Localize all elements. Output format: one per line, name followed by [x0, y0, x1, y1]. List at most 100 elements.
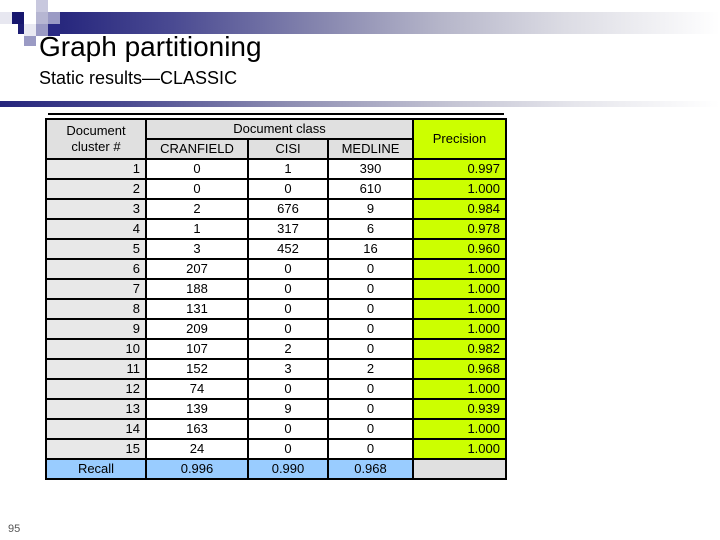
cell-medline: 0	[327, 278, 414, 300]
cell-cluster: 9	[45, 318, 147, 340]
table-row: 15 24 0 0 1.000	[45, 438, 507, 460]
cell-medline: 0	[327, 318, 414, 340]
table-row: 3 2 676 9 0.984	[45, 198, 507, 220]
header-precision: Precision	[412, 118, 507, 160]
cell-cisi: 0	[247, 378, 329, 400]
results-table: Document cluster # Document class Precis…	[45, 118, 507, 480]
cell-cluster: 6	[45, 258, 147, 280]
cell-medline: 0	[327, 438, 414, 460]
header-cluster-line1: Document	[66, 123, 126, 138]
table-row: 1 0 1 390 0.997	[45, 158, 507, 180]
recall-cranfield: 0.996	[145, 458, 249, 480]
decor-square-7	[48, 12, 60, 24]
cell-cisi: 0	[247, 178, 329, 200]
decor-square-2	[0, 12, 12, 24]
cell-precision: 0.982	[412, 338, 507, 360]
cell-cisi: 0	[247, 418, 329, 440]
decor-square-1	[12, 0, 24, 12]
cell-cranfield: 1	[145, 218, 249, 240]
header-medline: MEDLINE	[327, 138, 414, 160]
cell-medline: 0	[327, 398, 414, 420]
cell-cluster: 8	[45, 298, 147, 320]
cell-precision: 1.000	[412, 178, 507, 200]
cell-cisi: 452	[247, 238, 329, 260]
cell-precision: 1.000	[412, 418, 507, 440]
cell-cranfield: 131	[145, 298, 249, 320]
table-row: 5 3 452 16 0.960	[45, 238, 507, 260]
cell-medline: 6	[327, 218, 414, 240]
cell-cranfield: 0	[145, 158, 249, 180]
cell-cluster: 11	[45, 358, 147, 380]
title-underline	[48, 113, 504, 115]
table-body: 1 0 1 390 0.997 2 0 0 610 1.000 3 2 676 9 0.984 4 1 317 6 0…	[45, 158, 507, 460]
table-header: Document cluster # Document class Precis…	[45, 118, 507, 160]
cell-cranfield: 3	[145, 238, 249, 260]
recall-row: Recall 0.996 0.990 0.968	[45, 458, 507, 480]
cell-medline: 9	[327, 198, 414, 220]
cell-cluster: 10	[45, 338, 147, 360]
cell-precision: 0.984	[412, 198, 507, 220]
decor-square-4	[24, 12, 36, 24]
cell-cisi: 0	[247, 298, 329, 320]
cell-cluster: 2	[45, 178, 147, 200]
recall-label: Recall	[45, 458, 147, 480]
cell-cranfield: 209	[145, 318, 249, 340]
recall-precision-empty	[412, 458, 507, 480]
table-header-row-top: Document cluster # Document class Precis…	[45, 118, 507, 160]
cell-cranfield: 2	[145, 198, 249, 220]
cell-cranfield: 74	[145, 378, 249, 400]
cell-cluster: 15	[45, 438, 147, 460]
cell-cranfield: 163	[145, 418, 249, 440]
cell-cluster: 5	[45, 238, 147, 260]
recall-cisi: 0.990	[247, 458, 329, 480]
cell-cluster: 7	[45, 278, 147, 300]
decor-square-11	[24, 36, 36, 46]
header-cluster: Document cluster #	[45, 118, 147, 160]
cell-cluster: 12	[45, 378, 147, 400]
cell-cluster: 4	[45, 218, 147, 240]
decor-square-3	[12, 12, 24, 24]
title-gradient-rule	[0, 101, 720, 107]
cell-cisi: 1	[247, 158, 329, 180]
table-footer: Recall 0.996 0.990 0.968	[45, 458, 507, 480]
cell-cranfield: 152	[145, 358, 249, 380]
table-row: 4 1 317 6 0.978	[45, 218, 507, 240]
header-cluster-line2: cluster #	[71, 139, 121, 154]
cell-cisi: 2	[247, 338, 329, 360]
header-cranfield: CRANFIELD	[145, 138, 249, 160]
table-row: 11 152 3 2 0.968	[45, 358, 507, 380]
decor-square-12	[0, 0, 12, 12]
table-row: 12 74 0 0 1.000	[45, 378, 507, 400]
cell-cluster: 1	[45, 158, 147, 180]
table-row: 2 0 0 610 1.000	[45, 178, 507, 200]
cell-cranfield: 0	[145, 178, 249, 200]
cell-cluster: 13	[45, 398, 147, 420]
cell-cisi: 676	[247, 198, 329, 220]
cell-cranfield: 188	[145, 278, 249, 300]
cell-cranfield: 207	[145, 258, 249, 280]
cell-cranfield: 107	[145, 338, 249, 360]
cell-precision: 1.000	[412, 278, 507, 300]
cell-cisi: 9	[247, 398, 329, 420]
cell-medline: 0	[327, 258, 414, 280]
cell-medline: 0	[327, 418, 414, 440]
cell-cranfield: 24	[145, 438, 249, 460]
header-document-class: Document class	[145, 118, 414, 140]
cell-medline: 610	[327, 178, 414, 200]
cell-medline: 0	[327, 338, 414, 360]
table-row: 7 188 0 0 1.000	[45, 278, 507, 300]
cell-precision: 0.978	[412, 218, 507, 240]
cell-precision: 1.000	[412, 298, 507, 320]
cell-medline: 390	[327, 158, 414, 180]
cell-cisi: 3	[247, 358, 329, 380]
cell-precision: 0.960	[412, 238, 507, 260]
cell-medline: 16	[327, 238, 414, 260]
cell-precision: 1.000	[412, 318, 507, 340]
page-title: Graph partitioning	[39, 31, 262, 62]
cell-cisi: 0	[247, 278, 329, 300]
cell-precision: 0.939	[412, 398, 507, 420]
cell-precision: 0.997	[412, 158, 507, 180]
page-number: 95	[8, 523, 21, 535]
cell-medline: 0	[327, 378, 414, 400]
decor-square-8	[24, 24, 36, 36]
